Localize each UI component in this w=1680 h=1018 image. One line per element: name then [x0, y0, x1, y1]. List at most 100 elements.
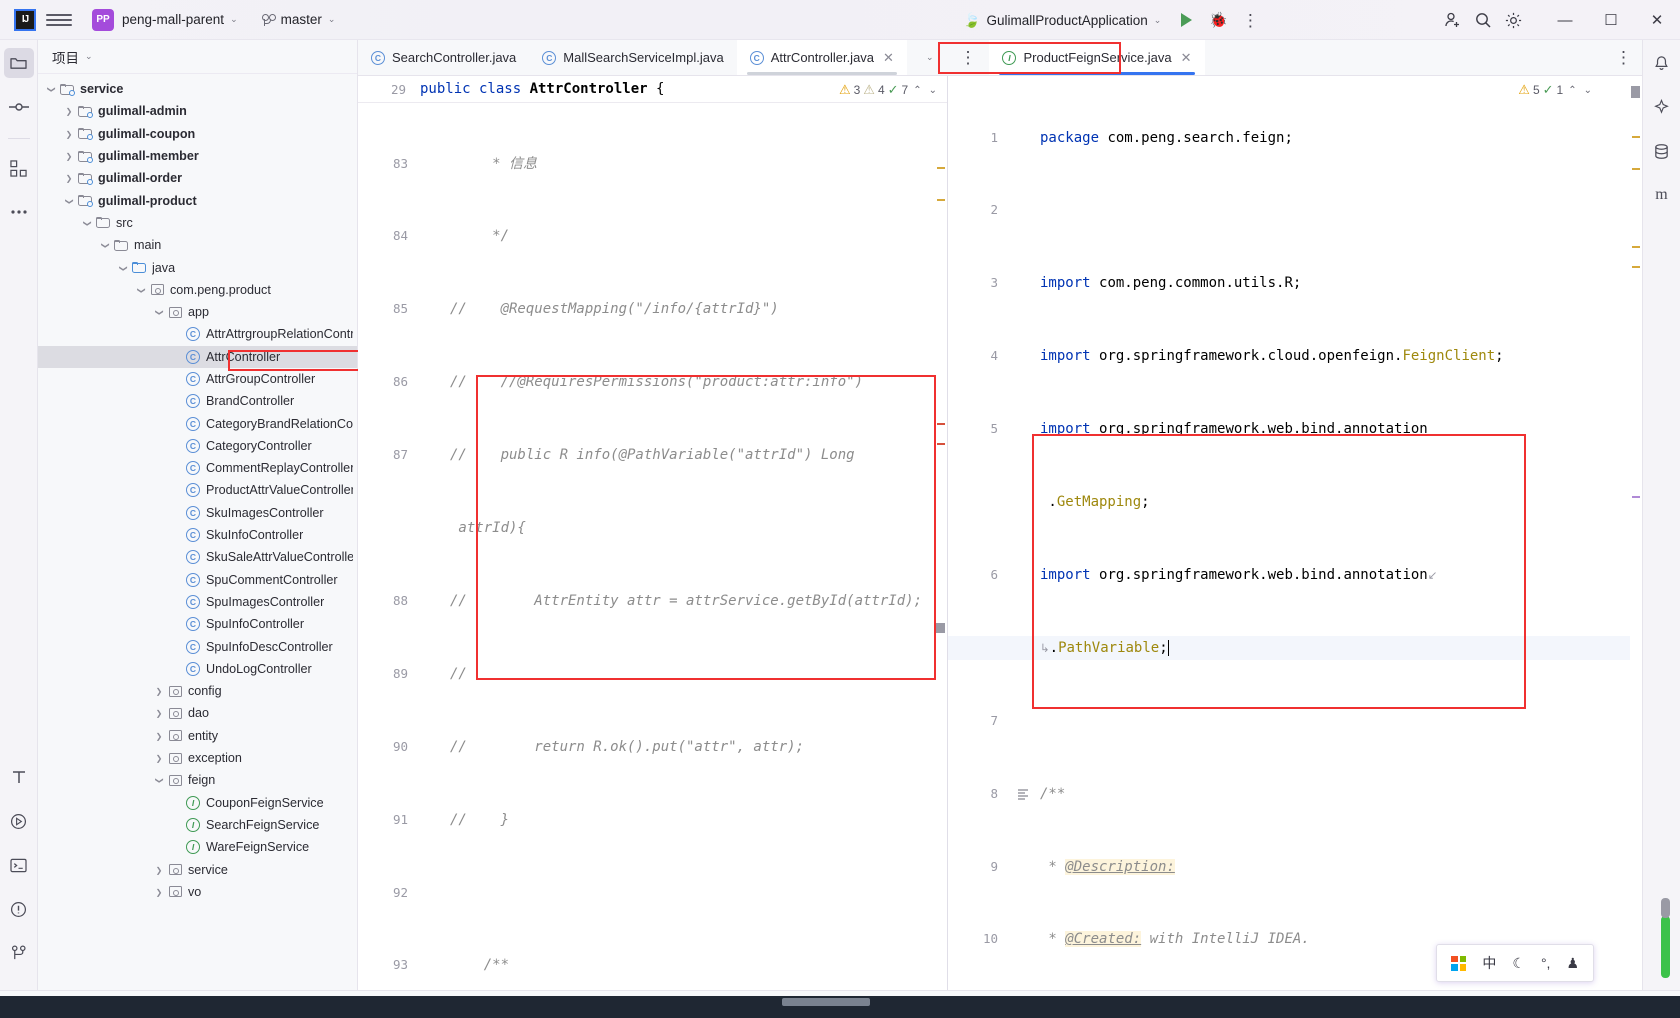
tree-item-undologcontroller[interactable]: C UndoLogController — [38, 658, 357, 680]
tree-item-warefeignservice[interactable]: I WareFeignService — [38, 836, 357, 858]
project-tool-window-button[interactable] — [3, 48, 34, 78]
expand-arrow-icon[interactable] — [62, 173, 76, 183]
tree-item-couponfeignservice[interactable]: I CouponFeignService — [38, 792, 357, 814]
tree-item-vo[interactable]: vo — [38, 881, 357, 903]
tree-item-skuinfocontroller[interactable]: C SkuInfoController — [38, 524, 357, 546]
commit-tool-window-button[interactable] — [4, 92, 34, 122]
expand-arrow-icon[interactable] — [152, 686, 166, 696]
run-button[interactable] — [1171, 5, 1201, 35]
collapse-arrow-icon[interactable] — [80, 218, 94, 228]
tree-item-com-peng-product[interactable]: com.peng.product — [38, 279, 357, 301]
settings-button[interactable] — [1498, 5, 1528, 35]
close-tab-icon[interactable]: ✕ — [883, 50, 894, 66]
tree-item-brandcontroller[interactable]: C BrandController — [38, 390, 357, 412]
tree-item-skusaleattrvaluecontroller[interactable]: C SkuSaleAttrValueController — [38, 546, 357, 568]
prev-problem-icon[interactable]: ⌃ — [1566, 85, 1578, 96]
ai-assistant-button[interactable] — [1647, 92, 1677, 122]
collapse-arrow-icon[interactable] — [134, 285, 148, 295]
run-tool-window-button[interactable] — [4, 806, 34, 836]
structure-tool-window-button[interactable] — [4, 153, 34, 183]
tree-item-spuinfocontroller[interactable]: C SpuInfoController — [38, 613, 357, 635]
tree-item-attrcontroller[interactable]: C AttrController — [38, 345, 357, 368]
main-menu-icon[interactable] — [46, 7, 72, 33]
editor-tab-options-button[interactable]: ⋮ — [946, 40, 989, 75]
ime-moon-icon[interactable]: ☾ — [1512, 955, 1525, 972]
tree-item-entity[interactable]: entity — [38, 725, 357, 747]
project-selector[interactable]: PP peng-mall-parent ⌄ — [84, 5, 246, 35]
left-code-viewport[interactable]: 83 * 信息 84 */ 85// @RequestMapping("/inf… — [358, 103, 947, 990]
right-marker-bar[interactable] — [1630, 76, 1642, 990]
collapse-arrow-icon[interactable] — [44, 84, 58, 94]
tree-item-spuimagescontroller[interactable]: C SpuImagesController — [38, 591, 357, 613]
tree-item-spuinfodesccontroller[interactable]: C SpuInfoDescController — [38, 635, 357, 657]
editor-tab-mallsearchserviceimpl[interactable]: C MallSearchServiceImpl.java — [529, 40, 736, 75]
left-inspection-widget[interactable]: ⚠ 3 ⚠ 4 ✓ 7 ⌃ ⌄ — [839, 82, 939, 98]
tree-item-app[interactable]: app — [38, 301, 357, 323]
minimize-button[interactable]: — — [1542, 0, 1588, 40]
scroll-thumb[interactable] — [936, 623, 945, 633]
tree-item-gulimall-product[interactable]: gulimall-product — [38, 189, 357, 211]
version-control-tool-window-button[interactable] — [4, 938, 34, 968]
collapse-arrow-icon[interactable] — [152, 307, 166, 317]
tree-item-dao[interactable]: dao — [38, 702, 357, 724]
expand-arrow-icon[interactable] — [152, 865, 166, 875]
ime-language-indicator[interactable]: 中 — [1482, 953, 1496, 973]
maximize-button[interactable]: ☐ — [1588, 0, 1634, 40]
left-marker-bar[interactable] — [935, 103, 947, 990]
prev-problem-icon[interactable]: ⌃ — [911, 85, 923, 96]
tree-item-spucommentcontroller[interactable]: C SpuCommentController — [38, 569, 357, 591]
expand-arrow-icon[interactable] — [62, 151, 76, 161]
tree-item-gulimall-admin[interactable]: gulimall-admin — [38, 100, 357, 122]
tree-item-service[interactable]: service — [38, 858, 357, 880]
tree-item-productattrvaluecontroller[interactable]: C ProductAttrValueController — [38, 479, 357, 501]
editor-tab-list-button[interactable]: ⌄ — [907, 40, 947, 75]
expand-arrow-icon[interactable] — [152, 731, 166, 741]
more-tool-windows-button[interactable] — [4, 197, 34, 227]
editor-options-icon[interactable]: ⋮ — [1615, 49, 1632, 66]
editor-tab-searchcontroller[interactable]: C SearchController.java — [358, 40, 529, 75]
tree-item-skuimagescontroller[interactable]: C SkuImagesController — [38, 502, 357, 524]
close-tab-icon[interactable]: ✕ — [1181, 50, 1192, 66]
typography-tool-button[interactable] — [4, 762, 34, 792]
scroll-thumb[interactable] — [1631, 86, 1640, 98]
tree-item-gulimall-order[interactable]: gulimall-order — [38, 167, 357, 189]
tree-item-config[interactable]: config — [38, 680, 357, 702]
close-button[interactable]: ✕ — [1634, 0, 1680, 40]
branch-selector[interactable]: master ⌄ — [252, 8, 344, 32]
chevron-down-icon[interactable]: ⌄ — [85, 51, 93, 62]
ime-tool-icon[interactable]: ♟ — [1566, 955, 1579, 972]
collapse-arrow-icon[interactable] — [152, 775, 166, 785]
collapse-arrow-icon[interactable] — [98, 240, 112, 250]
database-button[interactable] — [1647, 136, 1677, 166]
expand-arrow-icon[interactable] — [152, 887, 166, 897]
next-problem-icon[interactable]: ⌄ — [927, 85, 939, 96]
next-problem-icon[interactable]: ⌄ — [1582, 85, 1594, 96]
tree-item-java[interactable]: java — [38, 256, 357, 278]
tree-item-categorybrandrelationcontroller[interactable]: C CategoryBrandRelationController — [38, 412, 357, 434]
editor-tab-productfeignservice[interactable]: I ProductFeignService.java ✕ — [989, 40, 1205, 75]
tree-item-categorycontroller[interactable]: C CategoryController — [38, 435, 357, 457]
collapse-arrow-icon[interactable] — [62, 196, 76, 206]
notifications-button[interactable] — [1647, 48, 1677, 78]
tree-item-service[interactable]: service — [38, 78, 357, 100]
ime-punctuation-icon[interactable]: °, — [1541, 955, 1551, 971]
terminal-tool-window-button[interactable] — [4, 850, 34, 880]
tree-item-src[interactable]: src — [38, 212, 357, 234]
run-configuration-selector[interactable]: 🍃 GulimallProductApplication ⌄ — [955, 8, 1169, 33]
right-code-viewport[interactable]: 1 package com.peng.search.feign; 2 3 impor… — [948, 76, 1642, 990]
expand-arrow-icon[interactable] — [62, 129, 76, 139]
tree-item-exception[interactable]: exception — [38, 747, 357, 769]
tree-item-searchfeignservice[interactable]: I SearchFeignService — [38, 814, 357, 836]
tree-item-gulimall-coupon[interactable]: gulimall-coupon — [38, 123, 357, 145]
tree-item-main[interactable]: main — [38, 234, 357, 256]
debug-button[interactable]: 🐞 — [1203, 5, 1233, 35]
expand-arrow-icon[interactable] — [152, 708, 166, 718]
run-more-button[interactable]: ⋮ — [1235, 5, 1265, 35]
tree-item-attrgroupcontroller[interactable]: C AttrGroupController — [38, 368, 357, 390]
expand-arrow-icon[interactable] — [62, 106, 76, 116]
account-button[interactable] — [1438, 5, 1468, 35]
tree-item-feign[interactable]: feign — [38, 769, 357, 791]
tree-item-commentreplaycontroller[interactable]: C CommentReplayController — [38, 457, 357, 479]
maven-button[interactable]: m — [1647, 180, 1677, 210]
collapse-arrow-icon[interactable] — [116, 263, 130, 273]
